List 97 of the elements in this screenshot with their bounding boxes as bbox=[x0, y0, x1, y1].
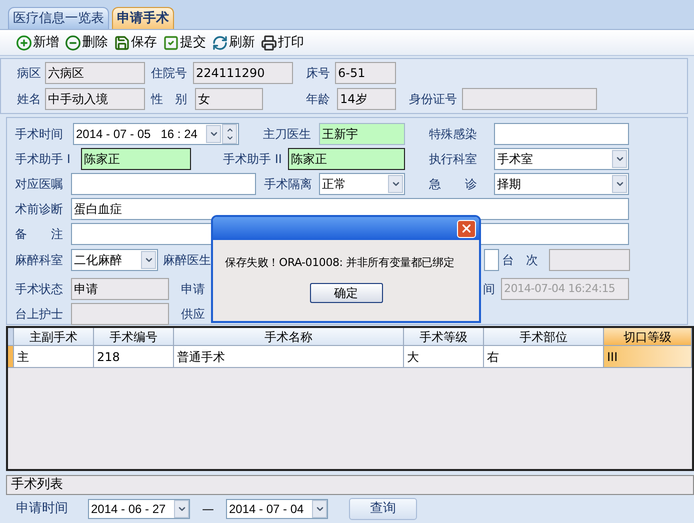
query-button[interactable]: 查询 bbox=[349, 498, 417, 520]
caret-icon bbox=[144, 255, 154, 265]
minus-icon bbox=[65, 34, 81, 50]
field-label: 麻醉医生 bbox=[163, 252, 212, 269]
field-label: 台 次 bbox=[502, 252, 539, 269]
spin-button[interactable] bbox=[222, 124, 237, 144]
toolbar-button[interactable]: 新增 bbox=[16, 32, 59, 52]
field-label: 手术助手 I bbox=[15, 151, 72, 168]
picker-field[interactable]: 陈家正 bbox=[81, 148, 191, 170]
column-header[interactable]: 主副手术 bbox=[14, 328, 94, 345]
table-cell: 主 bbox=[14, 346, 94, 367]
table-cell: 大 bbox=[404, 346, 484, 367]
caret-icon bbox=[614, 154, 624, 164]
close-icon bbox=[460, 222, 473, 235]
dropdown-button[interactable] bbox=[612, 150, 627, 168]
field-label: 手术隔离 bbox=[264, 176, 313, 193]
checkbox-icon bbox=[163, 34, 179, 50]
field-label: 手术时间 bbox=[15, 126, 64, 143]
caret-icon bbox=[314, 504, 324, 514]
dropdown-button[interactable] bbox=[388, 175, 403, 193]
toolbar-button[interactable]: 保存 bbox=[114, 32, 157, 52]
field-label: 备 注 bbox=[15, 226, 64, 243]
field-label: 手术状态 bbox=[15, 281, 64, 298]
field-label: 急 诊 bbox=[429, 176, 478, 193]
tab[interactable]: 申请手术 bbox=[112, 7, 174, 29]
text-field[interactable] bbox=[71, 303, 169, 325]
field-label: 特殊感染 bbox=[429, 126, 478, 143]
caret-icon bbox=[390, 179, 400, 189]
text-field[interactable] bbox=[484, 249, 499, 271]
dropdown-button[interactable] bbox=[141, 251, 156, 269]
dropdown-button[interactable] bbox=[612, 175, 627, 193]
text-field[interactable]: 6-51 bbox=[335, 62, 396, 84]
range-separator: — bbox=[201, 501, 215, 518]
column-header[interactable]: 手术编号 bbox=[94, 328, 174, 345]
text-field[interactable]: 六病区 bbox=[45, 62, 145, 84]
table-cell: III bbox=[604, 346, 692, 367]
dropdown-field[interactable]: 正常 bbox=[319, 173, 405, 195]
text-field[interactable] bbox=[71, 173, 256, 195]
text-field[interactable] bbox=[462, 88, 597, 110]
date-field[interactable]: 2014 - 06 - 27 bbox=[88, 499, 190, 519]
picker-field[interactable]: 陈家正 bbox=[288, 148, 405, 170]
date-field[interactable]: 2014 - 07 - 04 bbox=[226, 499, 328, 519]
field-label: 姓名 bbox=[17, 91, 42, 108]
caret-icon bbox=[176, 504, 186, 514]
field-label: 对应医嘱 bbox=[15, 176, 64, 193]
column-header[interactable]: 切口等级 bbox=[604, 328, 692, 345]
dropdown-button[interactable] bbox=[206, 125, 221, 143]
field-label: 供应 bbox=[181, 306, 206, 323]
datetime-field[interactable]: 2014 - 07 - 05 16 : 24 bbox=[73, 123, 239, 145]
dropdown-field[interactable]: 二化麻醉 bbox=[71, 249, 158, 271]
text-field[interactable] bbox=[494, 123, 629, 145]
text-field[interactable]: 14岁 bbox=[337, 88, 396, 110]
table-cell: 普通手术 bbox=[174, 346, 404, 367]
text-field[interactable]: 中手动入境 bbox=[45, 88, 145, 110]
field-label: 间 bbox=[483, 281, 496, 298]
field-label: 年龄 bbox=[306, 91, 331, 108]
tab[interactable]: 医疗信息一览表 bbox=[8, 7, 109, 29]
field-label: 麻醉科室 bbox=[15, 252, 64, 269]
text-field[interactable]: 王新宇 bbox=[319, 123, 405, 145]
toolbar-button[interactable]: 刷新 bbox=[212, 32, 255, 52]
add-icon bbox=[16, 34, 32, 50]
toolbar-button[interactable]: 提交 bbox=[163, 32, 206, 52]
toolbar-button[interactable]: 删除 bbox=[65, 32, 108, 52]
field-label: 手术助手 II bbox=[223, 151, 283, 168]
text-field[interactable] bbox=[549, 249, 630, 271]
printer-icon bbox=[261, 34, 277, 50]
column-header[interactable]: 手术名称 bbox=[174, 328, 404, 345]
field-label: 床号 bbox=[306, 65, 331, 82]
caret-icon bbox=[208, 129, 218, 139]
text-field[interactable]: 申请 bbox=[71, 278, 169, 300]
dropdown-button[interactable] bbox=[312, 500, 327, 518]
close-button[interactable] bbox=[457, 220, 476, 238]
field-label: 身份证号 bbox=[409, 91, 458, 108]
refresh-icon bbox=[212, 34, 228, 50]
ok-button[interactable]: 确定 bbox=[310, 282, 382, 302]
up-icon bbox=[226, 126, 234, 134]
field-label: 术前诊断 bbox=[15, 201, 64, 218]
down-icon bbox=[226, 134, 234, 142]
field-label: 台上护士 bbox=[15, 306, 64, 323]
section-title-bar: 手术列表 bbox=[6, 475, 694, 495]
field-label: 住院号 bbox=[151, 65, 188, 82]
caret-icon bbox=[614, 179, 624, 189]
field-label: 申请 bbox=[181, 281, 206, 298]
field-label: 性 别 bbox=[151, 91, 188, 108]
table-cell: 218 bbox=[94, 346, 174, 367]
text-field[interactable]: 224111290 bbox=[193, 62, 293, 84]
dialog-message: 保存失败！ORA-01008: 并非所有变量都已绑定 bbox=[225, 255, 456, 271]
field-label: 病区 bbox=[17, 65, 42, 82]
text-field[interactable]: 女 bbox=[195, 88, 263, 110]
field-label: 申请时间 bbox=[16, 500, 69, 518]
field-label: 执行科室 bbox=[429, 151, 478, 168]
field-label: 主刀医生 bbox=[263, 126, 312, 143]
dropdown-field[interactable]: 择期 bbox=[494, 173, 629, 195]
toolbar-button[interactable]: 打印 bbox=[261, 32, 304, 52]
dropdown-field[interactable]: 手术室 bbox=[494, 148, 629, 170]
column-header[interactable]: 手术等级 bbox=[404, 328, 484, 345]
dropdown-button[interactable] bbox=[174, 500, 189, 518]
